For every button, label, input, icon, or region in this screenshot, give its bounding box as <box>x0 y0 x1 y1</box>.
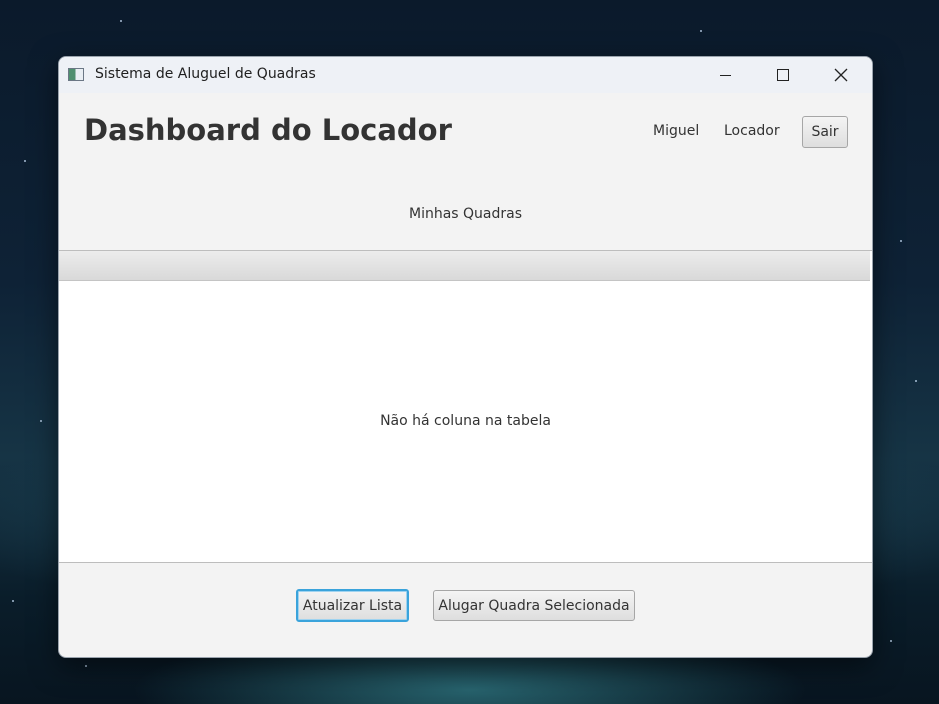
user-role-label: Locador <box>724 123 780 139</box>
app-window: Sistema de Aluguel de Quadras Dashboard … <box>58 56 873 658</box>
close-icon <box>834 68 848 82</box>
maximize-button[interactable] <box>760 57 806 93</box>
star <box>40 420 42 422</box>
star <box>915 380 917 382</box>
close-button[interactable] <box>818 57 864 93</box>
star <box>12 600 14 602</box>
logout-button[interactable]: Sair <box>802 116 848 148</box>
section-title: Minhas Quadras <box>408 206 523 222</box>
courts-table[interactable]: Não há coluna na tabela <box>59 250 872 563</box>
refresh-list-button[interactable]: Atualizar Lista <box>296 589 409 622</box>
rent-selected-court-button[interactable]: Alugar Quadra Selecionada <box>433 590 635 621</box>
star <box>890 640 892 642</box>
minimize-button[interactable] <box>702 57 748 93</box>
star <box>24 160 26 162</box>
user-name-label: Miguel <box>653 123 700 139</box>
star <box>900 240 902 242</box>
maximize-icon <box>777 69 789 81</box>
window-title: Sistema de Aluguel de Quadras <box>95 66 316 82</box>
star <box>700 30 702 32</box>
title-bar[interactable]: Sistema de Aluguel de Quadras <box>59 57 872 93</box>
minimize-icon <box>719 74 731 76</box>
star <box>120 20 122 22</box>
table-header <box>59 251 870 281</box>
star <box>85 665 87 667</box>
page-title: Dashboard do Locador <box>84 113 452 147</box>
table-placeholder: Não há coluna na tabela <box>380 413 551 429</box>
app-window-icon <box>68 68 84 81</box>
